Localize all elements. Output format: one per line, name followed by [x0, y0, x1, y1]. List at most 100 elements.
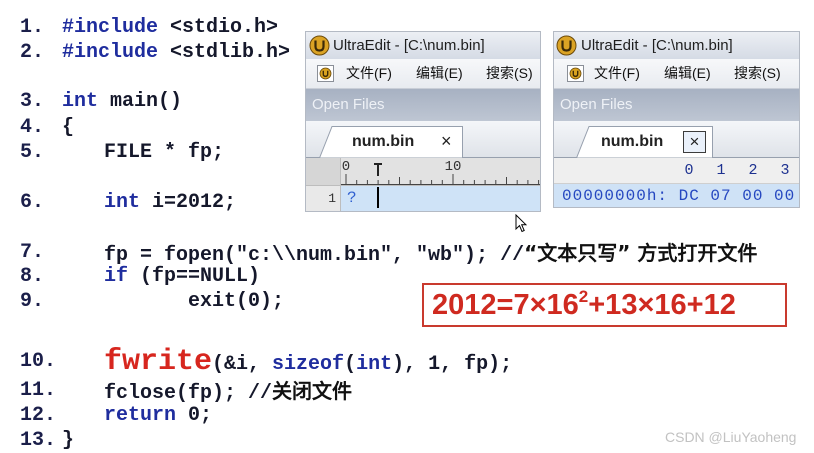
keyword: return: [104, 404, 177, 427]
hex-column-header: 0 1 2 3: [554, 158, 799, 184]
menu-item-file[interactable]: 文件(F): [594, 59, 640, 88]
code-text: int i=2012;: [104, 191, 236, 215]
hex-column-1: 1: [716, 162, 726, 179]
formula-rest: +13×16+12: [588, 289, 736, 321]
open-files-panel-header: Open Files: [554, 89, 799, 121]
code-comment: 关闭文件: [272, 379, 353, 403]
open-files-panel-header: Open Files: [306, 89, 540, 121]
hex-column-2: 2: [748, 162, 758, 179]
close-icon[interactable]: ×: [683, 131, 706, 153]
ultraedit-icon: [309, 35, 330, 56]
tab-num-bin[interactable]: num.bin ×: [576, 126, 713, 158]
ultraedit-icon: [556, 35, 577, 56]
code-token: ), 1, fp);: [392, 353, 513, 376]
code-token: <stdio.h>: [158, 16, 279, 39]
line-number: 8.: [20, 265, 45, 288]
code-text: return 0;: [104, 404, 212, 428]
code-token: fclose(fp); //: [104, 382, 273, 405]
keyword: int: [62, 90, 99, 113]
code-text: fp = fopen("c:\\num.bin", "wb"); //“文本只写…: [104, 241, 757, 268]
formula-box: 2012=7×162+13×16+12: [422, 283, 787, 327]
code-token: main(): [98, 90, 183, 113]
column-ruler: 0 10: [306, 158, 540, 186]
code-text: #include <stdlib.h>: [62, 41, 290, 65]
close-icon[interactable]: ×: [441, 126, 452, 157]
slide: 1. #include <stdio.h> 2. #include <stdlib.…: [0, 0, 814, 453]
open-files-title: Open Files: [312, 96, 385, 113]
tab-strip: num.bin ×: [306, 121, 540, 158]
code-token: i=2012;: [140, 191, 237, 214]
line-number: 5.: [20, 141, 45, 164]
tab-label: num.bin: [601, 133, 664, 150]
keyword: int: [104, 191, 141, 214]
tab-num-bin[interactable]: num.bin ×: [319, 126, 463, 158]
fwrite-highlight: fwrite: [104, 345, 213, 379]
ultraedit-document-icon[interactable]: [566, 64, 585, 83]
line-number: 6.: [20, 191, 45, 214]
line-number: 10.: [20, 350, 57, 373]
menu-item-edit[interactable]: 编辑(E): [416, 59, 463, 88]
keyword: int: [356, 353, 393, 376]
line-number: 9.: [20, 290, 45, 313]
formula-text: 2012=7×162+13×16+12: [432, 285, 736, 329]
code-text: fwrite(&i, sizeof(int), 1, fp);: [104, 347, 513, 377]
code-token: }: [62, 429, 75, 452]
menu-bar: 文件(F) 编辑(E) 搜索(S): [554, 59, 799, 89]
code-token: exit(0);: [188, 290, 285, 313]
mouse-pointer-icon: [515, 214, 527, 233]
keyword: sizeof: [272, 353, 345, 376]
line-number: 11.: [20, 379, 57, 402]
code-comment: “文本只写” 方式打开文件: [524, 241, 758, 265]
menu-item-file[interactable]: 文件(F): [346, 59, 392, 88]
text-cursor: [377, 187, 379, 208]
code-text: #include <stdio.h>: [62, 16, 278, 40]
line-number: 1.: [20, 16, 45, 39]
line-number: 2.: [20, 41, 45, 64]
hex-data-row[interactable]: 00000000h: DC 07 00 00: [554, 184, 799, 207]
code-text: if (fp==NULL): [104, 265, 260, 289]
menu-bar: 文件(F) 编辑(E) 搜索(S): [306, 59, 540, 89]
watermark: CSDN @LiuYaoheng: [665, 429, 797, 445]
hex-row-content: 00000000h: DC 07 00 00: [562, 187, 796, 205]
keyword: #include: [62, 16, 159, 39]
code-token: 0;: [176, 404, 213, 427]
keyword: if: [104, 265, 129, 288]
menu-item-edit[interactable]: 编辑(E): [664, 59, 711, 88]
hex-column-0: 0: [684, 162, 694, 179]
window-title: UltraEdit - [C:\num.bin]: [581, 37, 733, 54]
window-title: UltraEdit - [C:\num.bin]: [333, 37, 485, 54]
menu-item-search[interactable]: 搜索(S): [486, 59, 533, 88]
ultraedit-window-text-view: UltraEdit - [C:\num.bin] 文件(F) 编辑(E) 搜索(…: [305, 31, 541, 212]
ruler-ticks: [341, 174, 540, 185]
line-number: 12.: [20, 404, 57, 427]
editor-line-content: ?: [347, 189, 357, 207]
code-token: (fp==NULL): [128, 265, 261, 288]
line-number: 4.: [20, 116, 45, 139]
ultraedit-document-icon[interactable]: [316, 64, 335, 83]
editor-line-number: 1: [328, 191, 336, 206]
tab-strip: num.bin ×: [554, 121, 799, 158]
ruler-caret-stem: [377, 163, 379, 176]
formula-base: 2012=7×16: [432, 289, 579, 321]
ruler-label-0: 0: [341, 159, 351, 175]
line-number: 7.: [20, 241, 45, 264]
code-token: {: [62, 116, 75, 139]
keyword: #include: [62, 41, 159, 64]
code-token: fp = fopen("c:\\num.bin", "wb"); //: [104, 244, 525, 267]
ultraedit-window-hex-view: UltraEdit - [C:\num.bin] 文件(F) 编辑(E) 搜索(…: [553, 31, 800, 208]
title-bar: UltraEdit - [C:\num.bin]: [554, 32, 799, 59]
editor-line[interactable]: 1 ?: [306, 186, 540, 211]
line-number: 3.: [20, 90, 45, 113]
ruler-gutter: [306, 158, 341, 185]
code-text: fclose(fp); //关闭文件: [104, 379, 352, 406]
menu-item-search[interactable]: 搜索(S): [734, 59, 781, 88]
code-token: (: [344, 353, 357, 376]
code-token: FILE * fp;: [104, 141, 225, 164]
title-bar: UltraEdit - [C:\num.bin]: [306, 32, 540, 59]
tab-label: num.bin: [352, 133, 415, 150]
formula-exponent: 2: [578, 287, 589, 306]
code-text: int main(): [62, 90, 182, 114]
line-number: 13.: [20, 429, 57, 452]
open-files-title: Open Files: [560, 96, 633, 113]
hex-column-3: 3: [780, 162, 790, 179]
